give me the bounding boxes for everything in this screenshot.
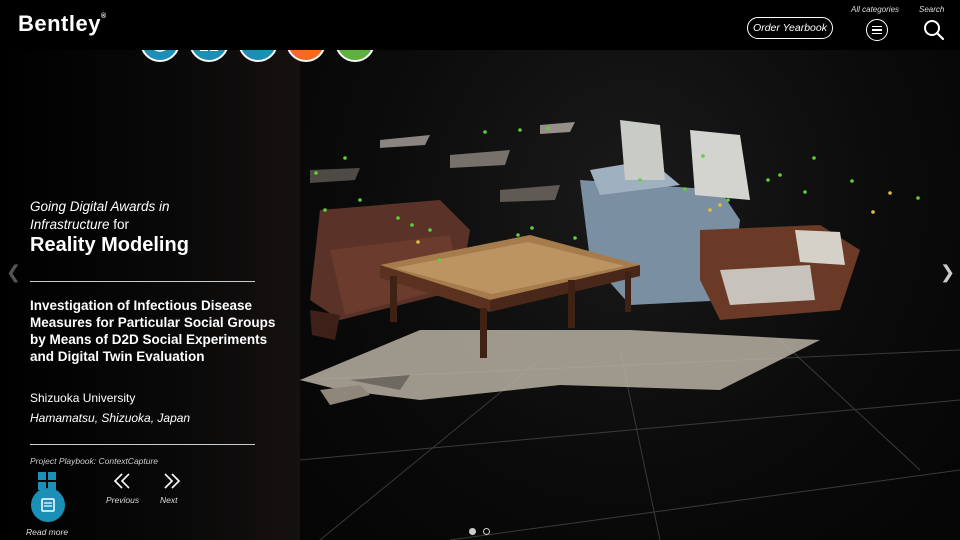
project-info-panel — [0, 50, 300, 540]
next-icon[interactable] — [160, 472, 182, 490]
award-category-title: Reality Modeling — [30, 234, 189, 256]
order-yearbook-button[interactable]: Order Yearbook — [747, 17, 833, 39]
search-label: Search — [919, 5, 945, 14]
read-more-icon[interactable] — [31, 488, 65, 522]
read-more-link[interactable]: Read more — [26, 527, 68, 537]
header-bar: Bentley® Order Yearbook All categories S… — [0, 0, 960, 50]
next-label[interactable]: Next — [160, 495, 177, 505]
previous-icon[interactable] — [112, 472, 134, 490]
project-location: Hamamatsu, Shizuoka, Japan — [30, 411, 191, 425]
menu-icon[interactable] — [866, 19, 888, 41]
divider-bottom — [30, 444, 255, 445]
carousel-next-icon[interactable]: ❯ — [940, 262, 955, 283]
search-icon[interactable] — [922, 18, 946, 42]
project-title: Investigation of Infectious Disease Meas… — [30, 298, 276, 364]
divider-top — [30, 281, 255, 282]
organization-name: Shizuoka University — [30, 391, 136, 405]
award-subtitle: Going Digital Awards in Infrastructure f… — [30, 199, 170, 232]
carousel-prev-icon[interactable]: ❮ — [6, 262, 21, 283]
reality-model-viewer[interactable] — [300, 50, 960, 540]
project-playbook-link[interactable]: Project Playbook: ContextCapture — [30, 456, 158, 466]
carousel-dot-1[interactable] — [469, 528, 476, 535]
previous-label[interactable]: Previous — [106, 495, 139, 505]
bentley-logo[interactable]: Bentley® — [18, 11, 107, 37]
point-cloud-scene — [300, 120, 960, 540]
all-categories-label: All categories — [851, 5, 900, 14]
carousel-dot-2[interactable] — [483, 528, 490, 535]
